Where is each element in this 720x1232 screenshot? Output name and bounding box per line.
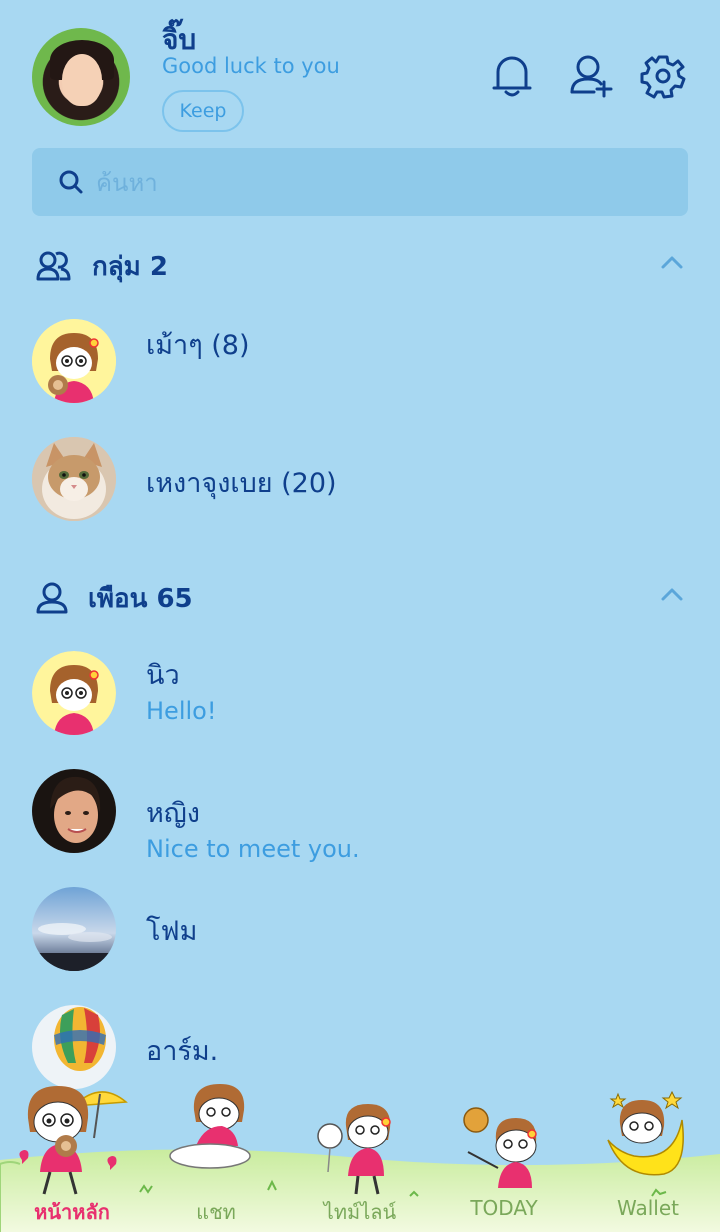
groups-section-title: กลุ่ม 2: [92, 251, 168, 282]
nav-today[interactable]: TODAY: [432, 1196, 576, 1220]
friend-status-message: Hello!: [146, 697, 217, 725]
chat-character-icon[interactable]: [166, 1080, 254, 1172]
group-name: เม้าๆ (8): [146, 330, 250, 361]
nav-chat[interactable]: แชท: [144, 1196, 288, 1228]
friend-avatar: [32, 887, 116, 971]
group-avatar: [32, 319, 116, 403]
friend-icon: [36, 582, 68, 614]
add-friend-icon[interactable]: [568, 52, 616, 100]
search-icon: [59, 170, 83, 194]
friend-row[interactable]: โฟม: [32, 887, 688, 987]
friends-section-title: เพือน 65: [88, 583, 193, 614]
bell-icon[interactable]: [490, 52, 534, 100]
friend-avatar: [32, 651, 116, 735]
home-character-icon[interactable]: [14, 1080, 130, 1200]
friend-row[interactable]: อาร์ม.: [32, 1005, 688, 1105]
friend-row[interactable]: หญิง Nice to meet you.: [32, 769, 688, 869]
timeline-character-icon[interactable]: [312, 1100, 396, 1198]
search-input[interactable]: ค้นหา: [32, 148, 688, 216]
keep-button[interactable]: Keep: [162, 90, 244, 132]
friend-name: นิว: [146, 660, 180, 691]
friend-status-message: Nice to meet you.: [146, 835, 360, 863]
wallet-character-icon[interactable]: [604, 1084, 694, 1180]
group-row[interactable]: เม้าๆ (8): [32, 319, 688, 419]
friend-name: อาร์ม.: [146, 1036, 219, 1067]
chevron-up-icon[interactable]: [660, 586, 684, 602]
group-row[interactable]: เหงาจุงเบย (20): [32, 437, 688, 537]
friend-name: หญิง: [146, 798, 200, 829]
friend-row[interactable]: นิว Hello!: [32, 651, 688, 751]
friends-section-header[interactable]: เพือน 65: [36, 576, 688, 620]
group-name: เหงาจุงเบย (20): [146, 468, 337, 499]
friend-avatar: [32, 769, 116, 853]
chevron-up-icon[interactable]: [660, 254, 684, 270]
friend-name: โฟม: [146, 916, 198, 947]
nav-timeline[interactable]: ไทม์ไลน์: [288, 1196, 432, 1228]
group-avatar: [32, 437, 116, 521]
profile-status-message[interactable]: Good luck to you: [162, 54, 340, 78]
profile-avatar[interactable]: [32, 28, 130, 126]
group-icon: [36, 251, 71, 281]
search-placeholder: ค้นหา: [96, 168, 158, 197]
nav-wallet[interactable]: Wallet: [576, 1196, 720, 1220]
today-character-icon[interactable]: [456, 1104, 546, 1198]
nav-home[interactable]: หน้าหลัก: [0, 1196, 144, 1228]
groups-section-header[interactable]: กลุ่ม 2: [36, 244, 688, 288]
settings-gear-icon[interactable]: [640, 52, 686, 100]
friend-avatar: [32, 1005, 116, 1089]
